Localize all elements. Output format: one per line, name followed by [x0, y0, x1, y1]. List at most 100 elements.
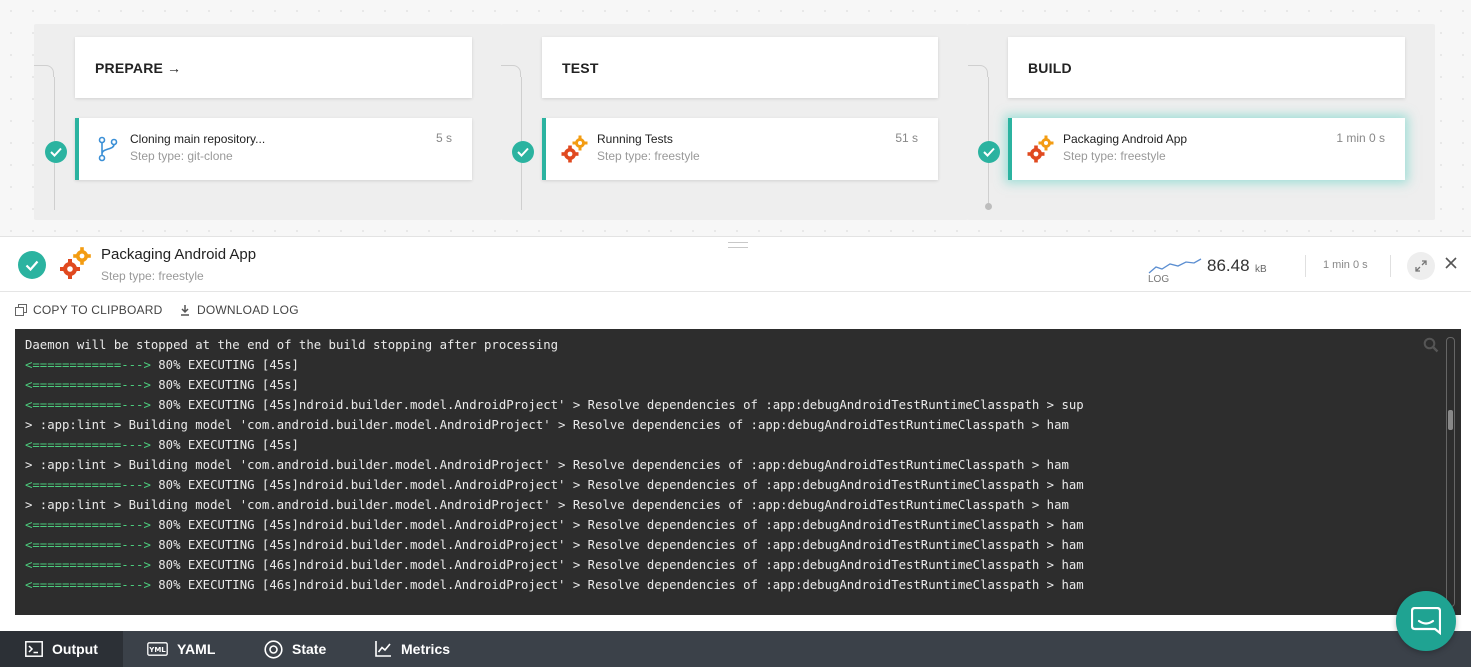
copy-to-clipboard-button[interactable]: COPY TO CLIPBOARD — [15, 303, 162, 317]
detail-title: Packaging Android App — [101, 246, 257, 263]
download-icon — [181, 305, 189, 316]
progress-bar-text: <============---> — [25, 478, 159, 492]
log-text: 80% EXECUTING [45s]ndroid.builder.model.… — [158, 538, 1084, 552]
copy-label: COPY TO CLIPBOARD — [33, 303, 163, 317]
stage-name: BUILD — [1028, 59, 1072, 76]
connector — [968, 65, 988, 77]
progress-bar-text: <============---> — [25, 398, 159, 412]
log-line: <============---> 80% EXECUTING [45s] — [25, 375, 1084, 395]
log-text: 80% EXECUTING [45s]ndroid.builder.model.… — [158, 518, 1084, 532]
log-text: 80% EXECUTING [45s] — [158, 378, 299, 392]
stage-header-build[interactable]: BUILD — [1008, 37, 1405, 98]
log-line: > :app:lint > Building model 'com.androi… — [25, 415, 1084, 435]
divider — [1305, 255, 1306, 277]
step-title: Running Tests — [597, 132, 673, 146]
tab-state[interactable]: State — [264, 631, 326, 667]
step-title: Packaging Android App — [1063, 132, 1188, 146]
chat-icon — [1411, 607, 1441, 635]
chat-support-button[interactable] — [1396, 591, 1456, 651]
log-text: > :app:lint > Building model 'com.androi… — [25, 418, 1069, 432]
connector-end-dot — [985, 203, 992, 210]
resize-handle[interactable] — [728, 242, 748, 248]
log-scrollbar[interactable] — [1446, 337, 1455, 607]
log-line: > :app:lint > Building model 'com.androi… — [25, 495, 1084, 515]
progress-bar-text: <============---> — [25, 558, 159, 572]
stage-header-test[interactable]: TEST — [542, 37, 938, 98]
divider — [1390, 255, 1391, 277]
step-duration: 1 min 0 s — [1336, 131, 1385, 145]
tab-metrics[interactable]: Metrics — [375, 631, 450, 667]
log-text: > :app:lint > Building model 'com.androi… — [25, 498, 1069, 512]
gears-icon — [561, 135, 588, 163]
step-duration: 51 s — [895, 131, 918, 145]
expand-button[interactable] — [1407, 252, 1435, 280]
tab-label: State — [292, 641, 327, 657]
log-text: 80% EXECUTING [45s] — [158, 358, 299, 372]
terminal-icon — [25, 641, 43, 657]
log-toolbar: COPY TO CLIPBOARD DOWNLOAD LOG — [0, 292, 1471, 329]
state-icon — [264, 639, 283, 659]
log-size: 86.48 — [1207, 256, 1250, 275]
success-check-icon — [978, 141, 1000, 163]
download-label: DOWNLOAD LOG — [197, 303, 299, 317]
log-line: <============---> 80% EXECUTING [45s]ndr… — [25, 475, 1084, 495]
success-check-icon — [45, 141, 67, 163]
progress-bar-text: <============---> — [25, 518, 159, 532]
step-card-cloning[interactable]: Cloning main repository... Step type: gi… — [75, 118, 472, 180]
progress-bar-text: <============---> — [25, 578, 159, 592]
log-text: 80% EXECUTING [45s] — [158, 438, 299, 452]
git-branch-icon — [98, 136, 118, 162]
log-line: <============---> 80% EXECUTING [46s]ndr… — [25, 575, 1084, 595]
progress-bar-text: <============---> — [25, 358, 159, 372]
success-check-icon — [18, 251, 46, 279]
stage-header-prepare[interactable]: PREPARE → — [75, 37, 472, 98]
log-line: > :app:lint > Building model 'com.androi… — [25, 455, 1084, 475]
log-line: <============---> 80% EXECUTING [45s] — [25, 435, 1084, 455]
log-text: 80% EXECUTING [45s]ndroid.builder.model.… — [158, 478, 1084, 492]
search-icon[interactable] — [1423, 337, 1439, 353]
detail-subtitle: Step type: freestyle — [101, 269, 204, 283]
tab-label: YAML — [177, 641, 216, 657]
log-text: > :app:lint > Building model 'com.androi… — [25, 458, 1069, 472]
detail-duration: 1 min 0 s — [1323, 259, 1368, 271]
gears-icon — [60, 247, 91, 279]
tab-yaml[interactable]: YML YAML — [147, 631, 215, 667]
bottom-tab-bar: Output YML YAML State Metrics — [0, 631, 1471, 667]
arrow-right-icon: → — [167, 59, 182, 76]
log-size-unit: kB — [1255, 264, 1267, 275]
connector — [34, 65, 54, 77]
stage-name: TEST — [562, 59, 599, 76]
scrollbar-thumb[interactable] — [1448, 410, 1453, 430]
tab-output[interactable]: Output — [0, 631, 123, 667]
gears-icon — [1027, 135, 1054, 163]
copy-icon — [15, 304, 27, 316]
pipeline-area: PREPARE → Cloning main repository... Ste… — [0, 0, 1471, 236]
log-line: <============---> 80% EXECUTING [46s]ndr… — [25, 555, 1084, 575]
connector — [501, 65, 521, 77]
step-card-packaging[interactable]: Packaging Android App Step type: freesty… — [1008, 118, 1405, 180]
log-lines: Daemon will be stopped at the end of the… — [25, 335, 1084, 595]
step-card-running-tests[interactable]: Running Tests Step type: freestyle 51 s — [542, 118, 938, 180]
log-text: 80% EXECUTING [46s]ndroid.builder.model.… — [158, 578, 1084, 592]
svg-text:YML: YML — [148, 646, 166, 654]
download-log-button[interactable]: DOWNLOAD LOG — [179, 303, 299, 317]
progress-bar-text: <============---> — [25, 538, 159, 552]
step-title: Cloning main repository... — [130, 132, 266, 146]
tab-label: Metrics — [401, 641, 451, 657]
log-line: <============---> 80% EXECUTING [45s]ndr… — [25, 535, 1084, 555]
log-label: LOG — [1148, 274, 1170, 285]
expand-icon — [1415, 260, 1427, 272]
close-button[interactable] — [1442, 254, 1460, 274]
step-type: Step type: git-clone — [130, 149, 233, 163]
log-output-terminal[interactable]: Daemon will be stopped at the end of the… — [15, 329, 1461, 615]
log-line: <============---> 80% EXECUTING [45s] — [25, 355, 1084, 375]
progress-bar-text: <============---> — [25, 378, 159, 392]
tab-label: Output — [52, 641, 98, 657]
step-type: Step type: freestyle — [1063, 149, 1166, 163]
step-type: Step type: freestyle — [597, 149, 700, 163]
yaml-icon: YML — [147, 642, 168, 656]
log-text: 80% EXECUTING [46s]ndroid.builder.model.… — [158, 558, 1084, 572]
stage-name: PREPARE — [95, 59, 164, 76]
success-check-icon — [512, 141, 534, 163]
log-text: 80% EXECUTING [45s]ndroid.builder.model.… — [158, 398, 1084, 412]
